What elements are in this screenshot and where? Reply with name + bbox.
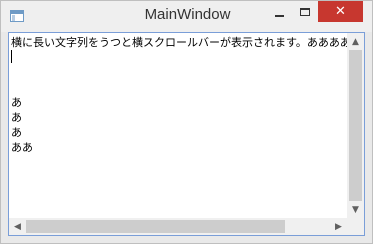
text-line: あ bbox=[11, 95, 347, 110]
title-bar[interactable]: MainWindow ✕ bbox=[1, 1, 372, 32]
text-line-content: あ bbox=[11, 126, 22, 139]
text-line-content: ああ bbox=[11, 141, 33, 154]
scroll-down-arrow-icon[interactable]: ▼ bbox=[347, 201, 364, 218]
horizontal-scroll-thumb[interactable] bbox=[26, 220, 285, 233]
text-content[interactable]: 横に長い文字列をうつと横スクロールバーが表示されます。ああああああ あ あ あ … bbox=[11, 35, 347, 214]
scroll-up-arrow-icon[interactable]: ▲ bbox=[347, 33, 364, 50]
text-line-content: あ bbox=[11, 96, 22, 109]
multiline-text-box[interactable]: 横に長い文字列をうつと横スクロールバーが表示されます。ああああああ あ あ あ … bbox=[8, 32, 365, 236]
scroll-right-arrow-icon[interactable]: ▶ bbox=[330, 218, 347, 235]
scroll-left-arrow-icon[interactable]: ◀ bbox=[9, 218, 26, 235]
text-caret bbox=[11, 50, 12, 63]
text-line-content: あ bbox=[11, 111, 22, 124]
main-window: MainWindow ✕ 横に長い文字列をうつと横スクロールバーが表示されます。… bbox=[0, 0, 373, 244]
vertical-scroll-thumb[interactable] bbox=[349, 50, 362, 201]
text-line: あ bbox=[11, 125, 347, 140]
minimize-icon bbox=[274, 14, 284, 17]
minimize-button[interactable] bbox=[266, 1, 292, 22]
maximize-icon bbox=[300, 7, 310, 16]
client-area: 横に長い文字列をうつと横スクロールバーが表示されます。ああああああ あ あ あ … bbox=[8, 32, 365, 236]
vertical-scrollbar[interactable]: ▲ ▼ bbox=[347, 33, 364, 218]
text-line: 横に長い文字列をうつと横スクロールバーが表示されます。ああああああ bbox=[11, 35, 347, 50]
text-line-caret bbox=[11, 50, 347, 65]
text-line: あ bbox=[11, 110, 347, 125]
text-line bbox=[11, 80, 347, 95]
text-line: ああ bbox=[11, 140, 347, 155]
scrollbar-corner bbox=[347, 218, 364, 235]
close-button[interactable]: ✕ bbox=[318, 1, 363, 22]
horizontal-scrollbar[interactable]: ◀ ▶ bbox=[9, 218, 347, 235]
maximize-button[interactable] bbox=[292, 1, 318, 22]
text-line bbox=[11, 65, 347, 80]
text-line-content: 横に長い文字列をうつと横スクロールバーが表示されます。ああああああ bbox=[11, 36, 347, 49]
close-icon: ✕ bbox=[335, 4, 346, 19]
